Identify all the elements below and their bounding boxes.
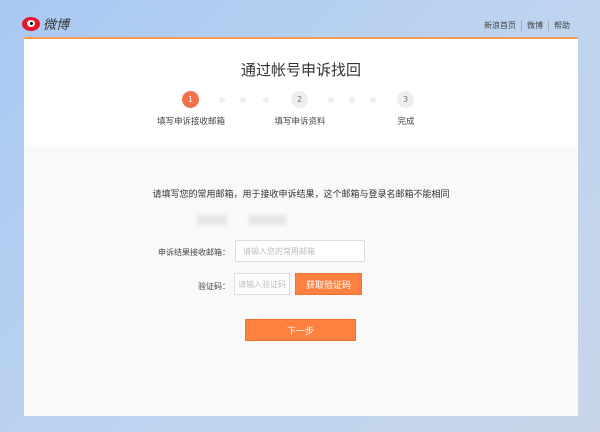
step-2-label: 填写申诉资料: [274, 117, 326, 127]
step-dot: [263, 97, 269, 103]
nav-weibo[interactable]: 微博: [521, 20, 548, 31]
email-input[interactable]: 请输入您的常用邮箱: [235, 240, 365, 262]
logo-text: 微博: [43, 18, 70, 33]
weibo-logo[interactable]: 微博: [22, 14, 69, 33]
nav-sina-home[interactable]: 新浪首页: [479, 20, 521, 31]
step-3-indicator: 3: [397, 91, 414, 108]
redacted-account: [197, 215, 227, 225]
step-dot: [219, 97, 225, 103]
get-code-button[interactable]: 获取验证码: [295, 273, 362, 295]
step-dot: [240, 97, 246, 103]
step-3-label: 完成: [397, 117, 415, 127]
code-label: 验证码：: [198, 282, 230, 291]
appeal-card: 通过帐号申诉找回 1 2 3 填写申诉接收邮箱 填写申诉资料 完成 请填写您的常…: [24, 37, 578, 416]
redacted-account: [249, 215, 286, 225]
step-2-indicator: 2: [291, 91, 308, 108]
progress-header: 通过帐号申诉找回 1 2 3 填写申诉接收邮箱 填写申诉资料 完成: [24, 39, 578, 145]
nav-help[interactable]: 帮助: [548, 20, 575, 31]
instruction-text: 请填写您的常用邮箱，用于接收申诉结果，这个邮箱与登录名邮箱不能相同: [152, 190, 450, 200]
step-dot: [328, 97, 334, 103]
email-label: 申诉结果接收邮箱：: [158, 248, 230, 257]
step-dot: [370, 97, 376, 103]
next-step-button[interactable]: 下一步: [245, 319, 356, 341]
step-dot: [349, 97, 355, 103]
page-title: 通过帐号申诉找回: [240, 61, 361, 79]
step-1-indicator: 1: [182, 91, 199, 108]
code-input[interactable]: 请输入验证码: [234, 273, 290, 295]
step-1-label: 填写申诉接收邮箱: [156, 117, 226, 127]
weibo-logo-icon: [22, 16, 40, 31]
top-nav: 新浪首页 微博 帮助: [479, 20, 575, 31]
